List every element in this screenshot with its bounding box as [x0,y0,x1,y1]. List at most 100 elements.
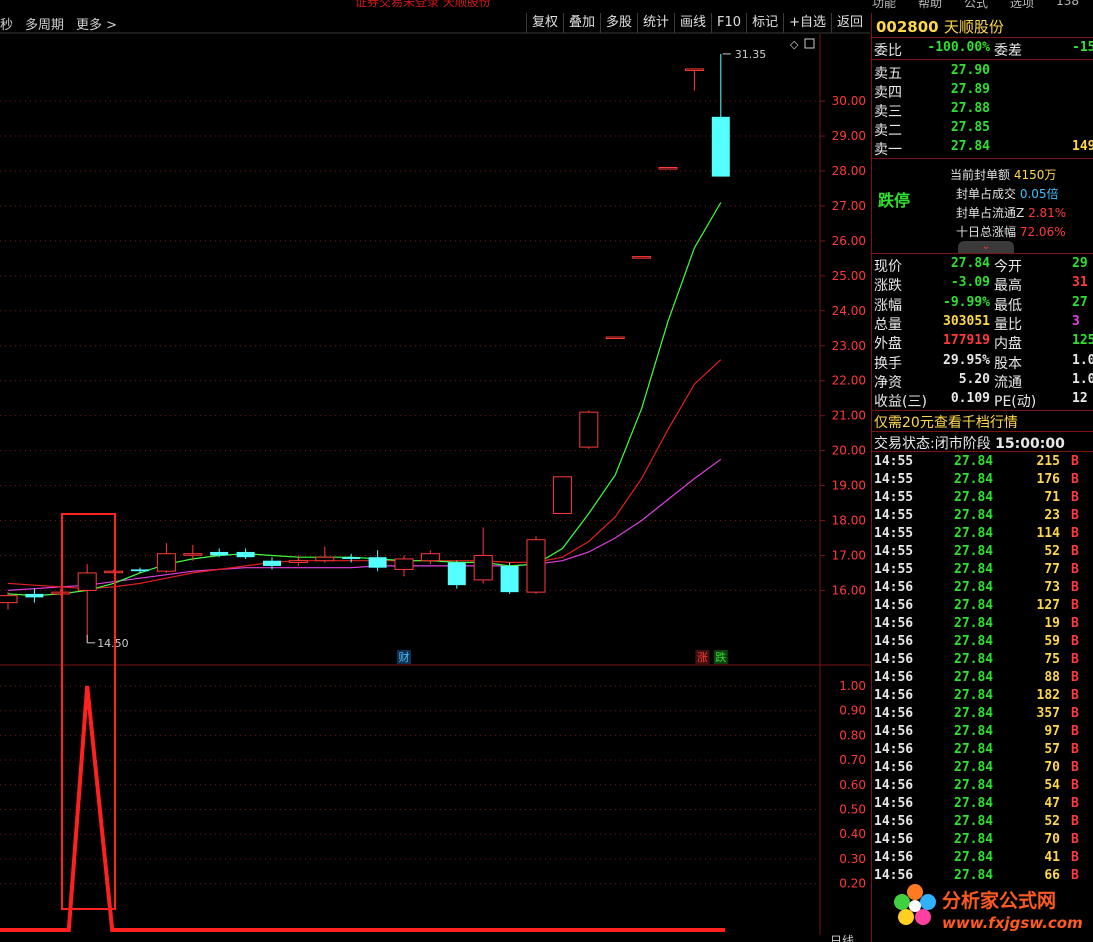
ask-price: 27.84 [950,139,990,154]
candle-body [711,116,730,177]
tick-price: 27.84 [954,832,994,847]
quote-value-2: 12 [1072,391,1088,407]
tick-time: 14:56 [874,778,914,793]
candle [394,555,414,577]
price-tick-label: 23.00 [832,339,866,353]
quote-label: 涨幅 [874,297,902,314]
tick-row: 14:56 27.84 182 B [872,688,1093,706]
multi-stock-button[interactable]: 多股 [599,13,637,33]
candle-body [420,553,440,562]
kline-chart[interactable]: 30.00 29.00 28.00 27.00 26.00 25.00 24.00 23.00… [0,0,870,942]
promo-link[interactable]: 仅需20元查看千档行情 [874,412,1018,432]
tick-volume: 47 [1044,796,1060,811]
tick-price: 27.84 [954,580,994,595]
indicator-tick-label: 0.50 [839,803,866,817]
chevron-down-icon[interactable]: ⌄ [958,241,1014,253]
add-watchlist-button[interactable]: +自选 [783,13,831,33]
tick-row: 14:56 27.84 54 B [872,778,1093,796]
tick-time: 14:55 [874,526,914,541]
tick-volume: 57 [1044,742,1060,757]
candle [156,543,176,573]
limit-item-value: 4150万 [1013,168,1057,182]
low-label: 14.50 [97,637,129,650]
quote-value: 29.95% [943,352,990,368]
tick-row: 14:56 27.84 75 B [872,652,1093,670]
tick-volume: 54 [1044,778,1060,793]
multi-period-button[interactable]: 多周期 [25,14,64,33]
webi-row: 委比 -100.00% 委差 -150 [872,40,1093,59]
tick-price: 27.84 [954,850,994,865]
quote-row: 涨幅 -9.99% 最低 27 [872,295,1093,314]
quote-panel: 002800 天顺股份 委比 -100.00% 委差 -150 卖五27.90卖… [871,13,1093,942]
tick-volume: 357 [1036,706,1060,721]
tick-row: 14:56 27.84 357 B [872,706,1093,724]
ask-row[interactable]: 卖二 27.85 [872,120,1093,139]
quote-label-2: 今开 [994,259,1022,275]
trade-state: 交易状态:闭市阶段 15:00:00 [874,433,1065,453]
menu-options[interactable]: 选项 [1010,0,1034,11]
tick-row: 14:56 27.84 47 B [872,796,1093,814]
limit-item: 封单占成交 0.05倍 [956,185,1059,202]
tick-price: 27.84 [954,688,994,703]
quote-row: 净资 5.20流通 1.01 [872,372,1093,391]
webi-label: 委比 [874,43,902,59]
stock-name: 天顺股份 [943,18,1004,36]
login-status-text: 证券交易未登录 天顺股份 [355,0,491,9]
candle-body [315,556,335,562]
indicator-tick-label: 0.80 [839,728,866,742]
restore-rights-button[interactable]: 复权 [525,13,563,33]
tick-price: 27.84 [954,724,994,739]
period-second[interactable]: 秒 [0,14,13,33]
overlay-button[interactable]: 叠加 [562,13,600,33]
candle [104,569,124,574]
tick-direction: B [1071,634,1079,649]
tick-direction: B [1071,688,1079,703]
statistics-button[interactable]: 统计 [637,13,674,33]
indicator-tick-label: 1.00 [839,679,866,693]
back-button[interactable]: 返回 [830,13,868,33]
quote-label: 现价 [874,259,902,275]
menu-formula[interactable]: 公式 [964,0,988,11]
quote-label: 净资 [874,374,902,391]
indicator-tick-label: 0.90 [839,704,866,718]
candle-body [684,68,704,71]
quote-label-2: PE(动) [994,394,1037,411]
ask-price: 27.85 [950,120,990,135]
tick-volume: 75 [1044,652,1060,667]
price-tick-label: 18.00 [832,514,866,528]
tick-time: 14:56 [874,796,914,811]
tick-time: 14:56 [874,688,914,703]
tick-direction: B [1071,796,1079,811]
price-tick-label: 28.00 [832,164,866,178]
tick-direction: B [1071,670,1079,685]
candle-body [104,570,124,574]
tick-row: 14:56 27.84 70 B [872,832,1093,850]
mark-button[interactable]: 标记 [746,13,783,33]
menu-function[interactable]: 功能 [872,0,896,11]
high-label: 31.35 [735,48,767,61]
candle-body [605,336,625,340]
more-button[interactable]: 更多 > [76,14,117,33]
tick-direction: B [1071,742,1079,757]
candle-body [183,553,203,556]
limit-item-value: 72.06% [1019,225,1066,239]
tick-row: 14:55 27.84 77 B [872,562,1093,580]
f10-button[interactable]: F10 [711,13,746,33]
indicator-line [0,685,725,932]
tick-volume: 88 [1044,670,1060,685]
ask-row[interactable]: 卖三 27.88 [872,101,1093,120]
ask-row[interactable]: 卖四 27.89 [872,82,1093,101]
ask-row[interactable]: 卖一 27.84 149 [872,139,1093,158]
quote-label: 总量 [874,316,902,333]
draw-line-button[interactable]: 画线 [674,13,711,33]
indicator-tick-label: 0.60 [839,778,866,792]
tick-price: 27.84 [954,796,994,811]
ask-row[interactable]: 卖五 27.90 [872,63,1093,82]
quote-label-2: 股本 [994,355,1022,372]
quote-value-2: 31 [1072,275,1088,291]
quote-label-2: 流通 [994,374,1022,391]
price-tick-label: 27.00 [832,199,866,213]
tick-direction: B [1071,544,1079,559]
menu-help[interactable]: 帮助 [918,0,942,11]
tick-volume: 176 [1036,472,1060,487]
